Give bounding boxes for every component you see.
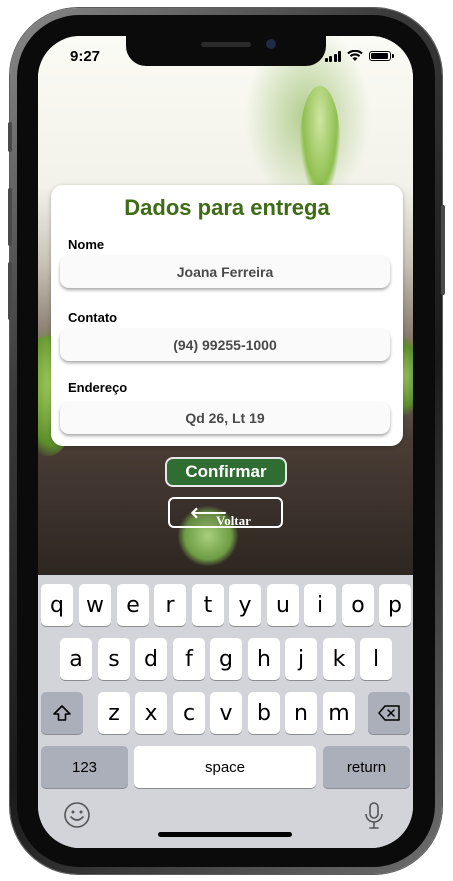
key-s[interactable]: s bbox=[98, 638, 130, 680]
shift-key[interactable] bbox=[41, 692, 83, 734]
microphone-icon bbox=[365, 802, 383, 829]
key-d[interactable]: d bbox=[135, 638, 167, 680]
backspace-key[interactable] bbox=[368, 692, 410, 734]
home-indicator[interactable] bbox=[158, 832, 292, 837]
key-i[interactable]: i bbox=[304, 584, 336, 626]
volume-up-button bbox=[8, 188, 12, 246]
key-t[interactable]: t bbox=[192, 584, 224, 626]
emoji-button[interactable] bbox=[63, 801, 91, 829]
mute-switch bbox=[8, 122, 12, 152]
contact-label: Contato bbox=[68, 310, 118, 325]
name-label: Nome bbox=[68, 237, 105, 252]
back-button[interactable]: ⟵ Voltar bbox=[168, 497, 283, 528]
key-k[interactable]: k bbox=[323, 638, 355, 680]
cellular-signal-icon bbox=[324, 50, 341, 62]
status-bar: 9:27 bbox=[38, 36, 413, 80]
numbers-key[interactable]: 123 bbox=[41, 746, 128, 788]
dictation-button[interactable] bbox=[363, 801, 385, 831]
delivery-form-card: Dados para entrega Nome Contato Endereço bbox=[51, 185, 403, 446]
speaker-grille bbox=[201, 42, 251, 47]
return-key[interactable]: return bbox=[323, 746, 410, 788]
name-input[interactable] bbox=[60, 256, 390, 288]
key-u[interactable]: u bbox=[267, 584, 299, 626]
emoji-icon bbox=[64, 802, 90, 828]
key-f[interactable]: f bbox=[173, 638, 205, 680]
key-h[interactable]: h bbox=[248, 638, 280, 680]
key-c[interactable]: c bbox=[173, 692, 205, 734]
space-key[interactable]: space bbox=[134, 746, 316, 788]
key-o[interactable]: o bbox=[342, 584, 374, 626]
status-icons bbox=[324, 50, 394, 62]
backspace-icon bbox=[378, 705, 400, 721]
status-time: 9:27 bbox=[70, 48, 101, 65]
key-p[interactable]: p bbox=[379, 584, 411, 626]
key-g[interactable]: g bbox=[210, 638, 242, 680]
address-label: Endereço bbox=[68, 380, 128, 395]
screen: 9:27 Dados para entrega Nome Contato End… bbox=[38, 36, 413, 848]
form-title: Dados para entrega bbox=[124, 195, 330, 220]
address-input[interactable] bbox=[60, 402, 390, 434]
contact-input[interactable] bbox=[60, 329, 390, 361]
key-z[interactable]: z bbox=[98, 692, 130, 734]
power-button bbox=[441, 205, 445, 295]
key-v[interactable]: v bbox=[210, 692, 242, 734]
sprout-leaf bbox=[300, 86, 340, 196]
notch bbox=[126, 36, 326, 66]
confirm-button[interactable]: Confirmar bbox=[165, 457, 287, 487]
volume-down-button bbox=[8, 262, 12, 320]
wifi-icon bbox=[347, 50, 363, 61]
battery-icon bbox=[369, 51, 394, 61]
back-button-label: Voltar bbox=[216, 513, 251, 528]
key-y[interactable]: y bbox=[229, 584, 261, 626]
key-e[interactable]: e bbox=[117, 584, 149, 626]
shift-icon bbox=[53, 705, 71, 721]
key-l[interactable]: l bbox=[360, 638, 392, 680]
key-b[interactable]: b bbox=[248, 692, 280, 734]
key-a[interactable]: a bbox=[60, 638, 92, 680]
key-q[interactable]: q bbox=[41, 584, 73, 626]
key-r[interactable]: r bbox=[154, 584, 186, 626]
key-w[interactable]: w bbox=[79, 584, 111, 626]
front-camera bbox=[266, 39, 276, 49]
key-n[interactable]: n bbox=[285, 692, 317, 734]
key-m[interactable]: m bbox=[323, 692, 355, 734]
on-screen-keyboard: q w e r t y u i o p a s d f g h j k l z … bbox=[38, 575, 413, 848]
key-j[interactable]: j bbox=[285, 638, 317, 680]
key-x[interactable]: x bbox=[135, 692, 167, 734]
